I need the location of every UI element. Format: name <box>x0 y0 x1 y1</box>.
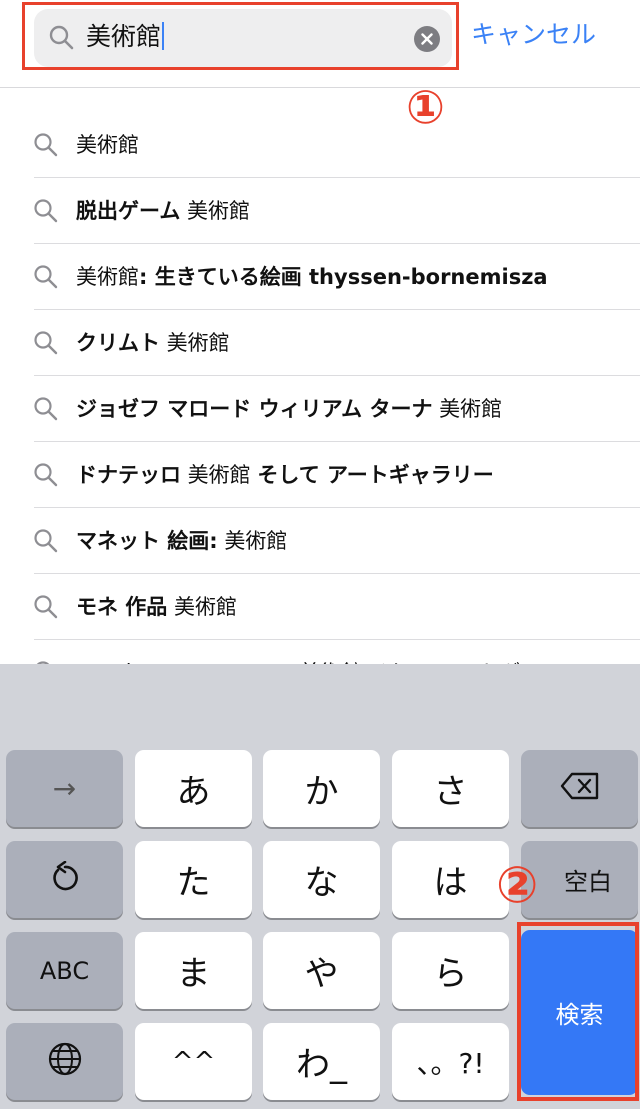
suggestion-text: そして アートギャラリー <box>257 463 494 487</box>
suggestion-text: 美術館 <box>76 265 139 289</box>
suggestion-text: マネット 絵画: <box>76 529 218 553</box>
suggestion-text: ジョゼフ マロード ウィリアム ターナ <box>76 397 433 421</box>
key-ra[interactable]: ら <box>392 932 509 1009</box>
undo-icon <box>50 860 80 899</box>
suggestion-text: クリムト <box>76 331 160 355</box>
suggestion-row[interactable]: 脱出ゲーム 美術館 <box>0 178 640 244</box>
search-icon <box>33 330 59 360</box>
suggestion-label: 脱出ゲーム 美術館 <box>76 178 250 244</box>
suggestion-text: 美術館 <box>160 331 230 355</box>
annotation-highlight-search <box>22 2 459 70</box>
suggestion-label: クリムト 美術館 <box>76 310 230 376</box>
suggestion-row[interactable]: 美術館 <box>0 112 640 178</box>
header-divider <box>0 87 640 88</box>
key-a[interactable]: あ <box>135 750 252 827</box>
suggestion-label: ドナテッロ 美術館 そして アートギャラリー <box>76 442 494 508</box>
globe-icon <box>48 1042 82 1082</box>
suggestion-text: 美術館 <box>181 463 258 487</box>
suggestion-text: ドナテッロ <box>76 463 181 487</box>
annotation-number-2: ② <box>496 856 539 914</box>
suggestion-row[interactable]: 美術館: 生きている絵画 thyssen-bornemisza <box>0 244 640 310</box>
suggestion-label: 美術館 <box>76 112 139 178</box>
annotation-highlight-search-key <box>517 922 639 1101</box>
space-key[interactable]: 空白 <box>521 841 638 918</box>
suggestion-label: ヨハネス フェルメール 美術館 そして アートギャラリー <box>76 640 605 664</box>
search-icon <box>33 528 59 558</box>
cancel-button[interactable]: キャンセル <box>471 19 596 51</box>
search-icon <box>33 594 59 624</box>
arrow-right-icon: → <box>52 772 77 805</box>
suggestion-label: マネット 絵画: 美術館 <box>76 508 287 574</box>
suggestion-row[interactable]: ジョゼフ マロード ウィリアム ターナ 美術館 <box>0 376 640 442</box>
key-ta[interactable]: た <box>135 841 252 918</box>
arrow-key[interactable]: → <box>6 750 123 827</box>
suggestion-label: モネ 作品 美術館 <box>76 574 237 640</box>
key-ha[interactable]: は <box>392 841 509 918</box>
key-emoticon[interactable]: ^^ <box>135 1023 252 1100</box>
key-punctuation[interactable]: 、。?! <box>392 1023 509 1100</box>
undo-key[interactable] <box>6 841 123 918</box>
search-icon <box>33 462 59 492</box>
suggestion-text: モネ 作品 <box>76 595 168 619</box>
suggestion-row[interactable]: ヨハネス フェルメール 美術館 そして アートギャラリー <box>0 640 640 664</box>
search-icon <box>33 396 59 426</box>
suggestion-text: 美術館 <box>217 529 288 553</box>
suggestion-text: 美術館 <box>180 199 251 223</box>
suggestion-label: 美術館: 生きている絵画 thyssen-bornemisza <box>76 244 548 310</box>
key-na[interactable]: な <box>263 841 380 918</box>
key-wa[interactable]: わ_ <box>263 1023 380 1100</box>
search-icon <box>33 264 59 294</box>
suggestion-row[interactable]: クリムト 美術館 <box>0 310 640 376</box>
suggestion-text: 脱出ゲーム <box>76 199 181 223</box>
suggestion-text: : 生きている絵画 thyssen-bornemisza <box>139 265 548 289</box>
key-sa[interactable]: さ <box>392 750 509 827</box>
search-icon <box>33 132 59 162</box>
suggestion-text: 美術館 <box>432 397 503 421</box>
suggestion-row[interactable]: マネット 絵画: 美術館 <box>0 508 640 574</box>
suggestion-text: 美術館 <box>76 133 139 157</box>
suggestion-row[interactable]: モネ 作品 美術館 <box>0 574 640 640</box>
backspace-key[interactable] <box>521 750 638 827</box>
key-ma[interactable]: ま <box>135 932 252 1009</box>
suggestion-list: 美術館 脱出ゲーム 美術館 美術館: 生きている絵画 thyssen-bornemi… <box>0 112 640 664</box>
key-ka[interactable]: か <box>263 750 380 827</box>
key-ya[interactable]: や <box>263 932 380 1009</box>
search-icon <box>33 198 59 228</box>
globe-key[interactable] <box>6 1023 123 1100</box>
suggestion-row[interactable]: ドナテッロ 美術館 そして アートギャラリー <box>0 442 640 508</box>
suggestion-text: 美術館 <box>167 595 237 619</box>
backspace-icon <box>560 772 600 806</box>
abc-key[interactable]: ABC <box>6 932 123 1009</box>
suggestion-label: ジョゼフ マロード ウィリアム ターナ 美術館 <box>76 376 502 442</box>
